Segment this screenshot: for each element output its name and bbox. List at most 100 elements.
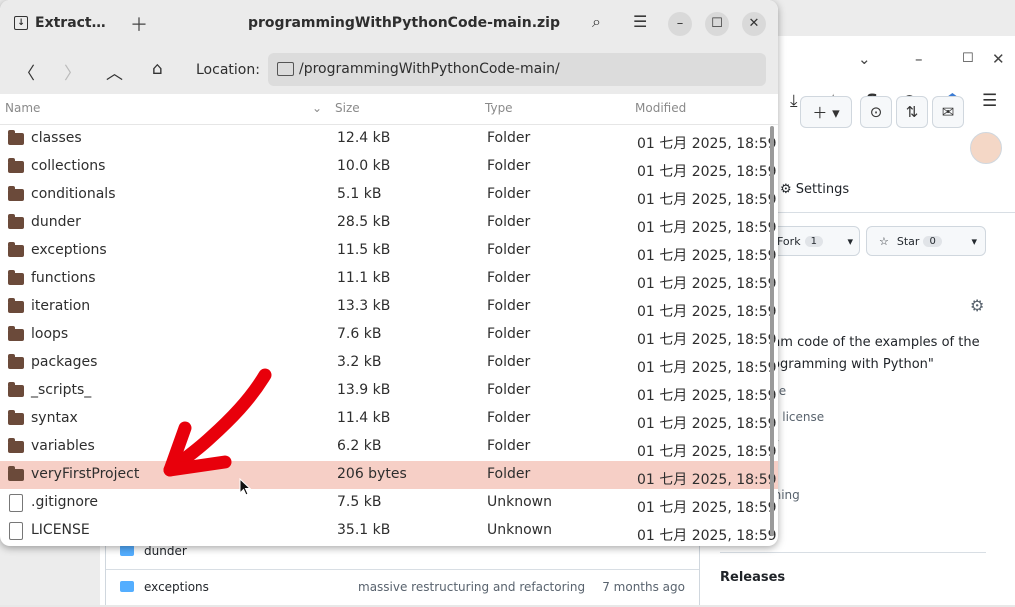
forward-icon[interactable]: 〉 (64, 59, 81, 84)
folder-icon (8, 466, 24, 481)
file-name: syntax (31, 410, 78, 426)
about-meta-stars[interactable]: s (767, 458, 1007, 480)
list-item[interactable]: exceptions massive restructuring and ref… (106, 571, 699, 607)
maximize-button[interactable]: ☐ (962, 51, 974, 66)
table-row[interactable]: .gitignore 7.5 kB Unknown 01 七月 2025, 18:59 (0, 489, 778, 517)
file-size: 3.2 kB (337, 354, 382, 370)
minimize-button[interactable]: – (915, 50, 923, 68)
table-row[interactable]: packages 3.2 kB Folder 01 七月 2025, 18:59 (0, 349, 778, 377)
table-row[interactable]: syntax 11.4 kB Folder 01 七月 2025, 18:59 (0, 405, 778, 433)
column-size[interactable]: Size (335, 101, 360, 115)
file-size: 11.1 kB (337, 270, 391, 286)
table-row[interactable]: loops 7.6 kB Folder 01 七月 2025, 18:59 (0, 321, 778, 349)
scrollbar[interactable] (770, 126, 774, 536)
fork-count: 1 (804, 235, 823, 247)
releases-heading[interactable]: Releases (720, 570, 785, 585)
star-icon: ☆ (879, 234, 889, 248)
file-type: Unknown (487, 522, 552, 538)
back-icon[interactable]: 〈 (18, 59, 35, 84)
about-meta-readme[interactable]: me (767, 380, 1007, 402)
file-size: 6.2 kB (337, 438, 382, 454)
file-name[interactable]: exceptions (144, 580, 209, 594)
folder-icon (120, 581, 134, 592)
file-name: exceptions (31, 242, 107, 258)
file-name: iteration (31, 298, 91, 314)
about-meta-license[interactable]: .0 license (767, 406, 1007, 428)
location-field[interactable]: /programmingWithPythonCode-main/ (268, 53, 766, 86)
menu-icon[interactable]: ☰ (982, 91, 997, 111)
file-name: .gitignore (31, 494, 98, 510)
table-row[interactable]: functions 11.1 kB Folder 01 七月 2025, 18:59 (0, 265, 778, 293)
tab-extract[interactable]: ↓ Extract… (14, 15, 106, 31)
chevron-down-icon[interactable]: ⌄ (858, 50, 871, 68)
star-label: Star (896, 234, 920, 248)
folder-icon (8, 214, 24, 229)
table-row[interactable]: collections 10.0 kB Folder 01 七月 2025, 18:5… (0, 153, 778, 181)
avatar[interactable] (970, 132, 1002, 164)
file-modified: 01 七月 2025, 18:59 (637, 500, 777, 516)
about-description-line: ram code of the examples of the (767, 335, 980, 350)
settings-tab[interactable]: ⚙ Settings (780, 182, 849, 197)
column-name[interactable]: Name (5, 101, 40, 115)
file-modified: 01 七月 2025, 18:59 (637, 472, 777, 488)
home-icon[interactable]: ⌂ (152, 59, 163, 79)
folder-icon (8, 410, 24, 425)
table-row[interactable]: variables 6.2 kB Folder 01 七月 2025, 18:59 (0, 433, 778, 461)
column-type[interactable]: Type (485, 101, 513, 115)
table-row[interactable]: exceptions 11.5 kB Folder 01 七月 2025, 18:59 (0, 237, 778, 265)
archive-manager-window: ↓ Extract… ＋ programmingWithPythonCode-m… (0, 0, 778, 546)
close-button[interactable]: ✕ (992, 50, 1005, 68)
table-row[interactable]: dunder 28.5 kB Folder 01 七月 2025, 18:59 (0, 209, 778, 237)
menu-icon[interactable]: ☰ (633, 12, 647, 31)
file-name[interactable]: dunder (144, 544, 187, 558)
fork-button[interactable]: Fork 1 ▾ (770, 226, 860, 256)
divider (760, 212, 1015, 213)
file-type: Folder (487, 382, 531, 398)
file-type: Unknown (487, 494, 552, 510)
up-icon[interactable]: ︿ (106, 59, 123, 84)
chevron-down-icon[interactable]: ▾ (847, 235, 853, 248)
inbox-icon[interactable]: ✉ (932, 96, 964, 128)
chevron-down-icon[interactable]: ▾ (971, 235, 977, 248)
folder-icon (8, 298, 24, 313)
search-icon[interactable]: ⌕ (592, 12, 601, 32)
file-name: _scripts_ (31, 382, 92, 398)
table-row[interactable]: iteration 13.3 kB Folder 01 七月 2025, 18:59 (0, 293, 778, 321)
file-icon (9, 522, 23, 540)
file-type: Folder (487, 158, 531, 174)
file-type: Folder (487, 298, 531, 314)
file-modified: 01 七月 2025, 18:59 (637, 388, 777, 404)
minimize-button[interactable]: – (668, 12, 692, 36)
star-count: 0 (923, 235, 942, 247)
file-size: 7.5 kB (337, 494, 382, 510)
divider (720, 552, 986, 553)
mouse-cursor-icon (239, 478, 251, 496)
about-section: ram code of the examples of the rogrammi… (767, 332, 1007, 506)
file-name: loops (31, 326, 69, 342)
download-icon[interactable]: ⤓ (790, 91, 798, 111)
about-meta-activity[interactable]: ty (767, 432, 1007, 454)
file-size: 35.1 kB (337, 522, 391, 538)
sort-chevron-icon[interactable]: ⌄ (312, 101, 322, 115)
table-row[interactable]: classes 12.4 kB Folder 01 七月 2025, 18:59 (0, 125, 778, 153)
issues-icon[interactable]: ⊙ (860, 96, 892, 128)
star-button[interactable]: ☆ Star 0 ▾ (866, 226, 986, 256)
file-type: Folder (487, 326, 531, 342)
file-icon (9, 494, 23, 512)
column-modified[interactable]: Modified (635, 101, 686, 115)
create-new-button[interactable]: ＋ ▾ (800, 96, 852, 128)
table-row[interactable]: _scripts_ 13.9 kB Folder 01 七月 2025, 18:59 (0, 377, 778, 405)
maximize-button[interactable]: ☐ (705, 12, 729, 36)
commit-message[interactable]: massive restructuring and refactoring (358, 580, 585, 594)
file-name: collections (31, 158, 106, 174)
window-title: programmingWithPythonCode-main.zip (248, 15, 560, 31)
table-row[interactable]: veryFirstProject 206 bytes Folder 01 七月 202… (0, 461, 778, 489)
pull-requests-icon[interactable]: ⇅ (896, 96, 928, 128)
new-tab-button[interactable]: ＋ (130, 11, 148, 37)
gear-icon[interactable]: ⚙ (970, 296, 984, 315)
about-meta-watching[interactable]: ching (767, 484, 1007, 506)
table-row[interactable]: LICENSE 35.1 kB Unknown 01 七月 2025, 18:59 (0, 517, 778, 545)
close-button[interactable]: ✕ (742, 12, 766, 36)
table-row[interactable]: conditionals 5.1 kB Folder 01 七月 2025, 18:5… (0, 181, 778, 209)
header-bar: ↓ Extract… ＋ programmingWithPythonCode-m… (0, 0, 778, 46)
